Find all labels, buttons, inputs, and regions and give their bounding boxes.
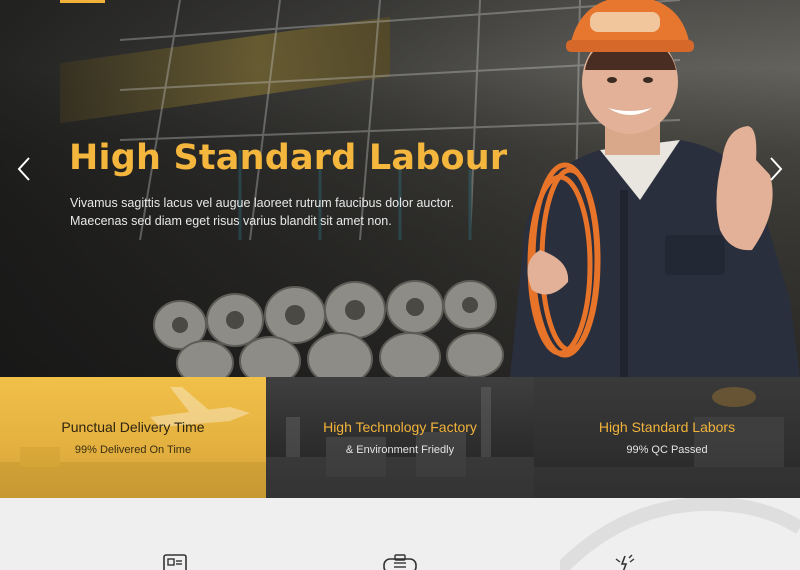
hero-slider: High Standard Labour Vivamus sagittis la…: [0, 0, 800, 377]
feature-subtitle: & Environment Friedly: [345, 444, 455, 456]
workers-background-image: [534, 387, 800, 498]
slider-next-button[interactable]: [766, 154, 786, 184]
feature-title: High Technology Factory: [323, 419, 477, 435]
feature-subtitle: 99% Delivered On Time: [74, 444, 192, 456]
feature-delivery[interactable]: Punctual Delivery Time 99% Delivered On …: [0, 377, 266, 498]
feature-labors[interactable]: High Standard Labors 99% QC Passed: [534, 377, 800, 498]
toolbox-icon: [382, 553, 418, 570]
feature-subtitle: 99% QC Passed: [626, 444, 708, 456]
airplane-background-image: [0, 387, 266, 498]
factory-background-image: [266, 387, 534, 498]
hero-description-line: Vivamus sagittis lacus vel augue laoreet…: [70, 196, 454, 210]
feature-technology[interactable]: High Technology Factory & Environment Fr…: [266, 377, 534, 498]
chevron-left-icon: [17, 157, 30, 181]
chevron-right-icon: [770, 157, 783, 181]
steel-coils-image: [153, 280, 504, 377]
slider-prev-button[interactable]: [14, 154, 34, 184]
accent-bar: [60, 0, 105, 3]
feature-title: Punctual Delivery Time: [61, 419, 205, 435]
decorative-arc: [560, 498, 800, 570]
hero-title: High Standard Labour: [69, 138, 508, 178]
worker-image: [510, 0, 800, 377]
features-band: Punctual Delivery Time 99% Delivered On …: [0, 377, 800, 498]
spark-icon: [612, 553, 638, 570]
hero-description-line: Maecenas sed diam eget risus varius blan…: [70, 214, 392, 228]
hero-description: Vivamus sagittis lacus vel augue laoreet…: [70, 194, 470, 230]
feature-title: High Standard Labors: [598, 419, 736, 435]
monitor-icon: [162, 553, 188, 570]
services-section: [0, 498, 800, 570]
